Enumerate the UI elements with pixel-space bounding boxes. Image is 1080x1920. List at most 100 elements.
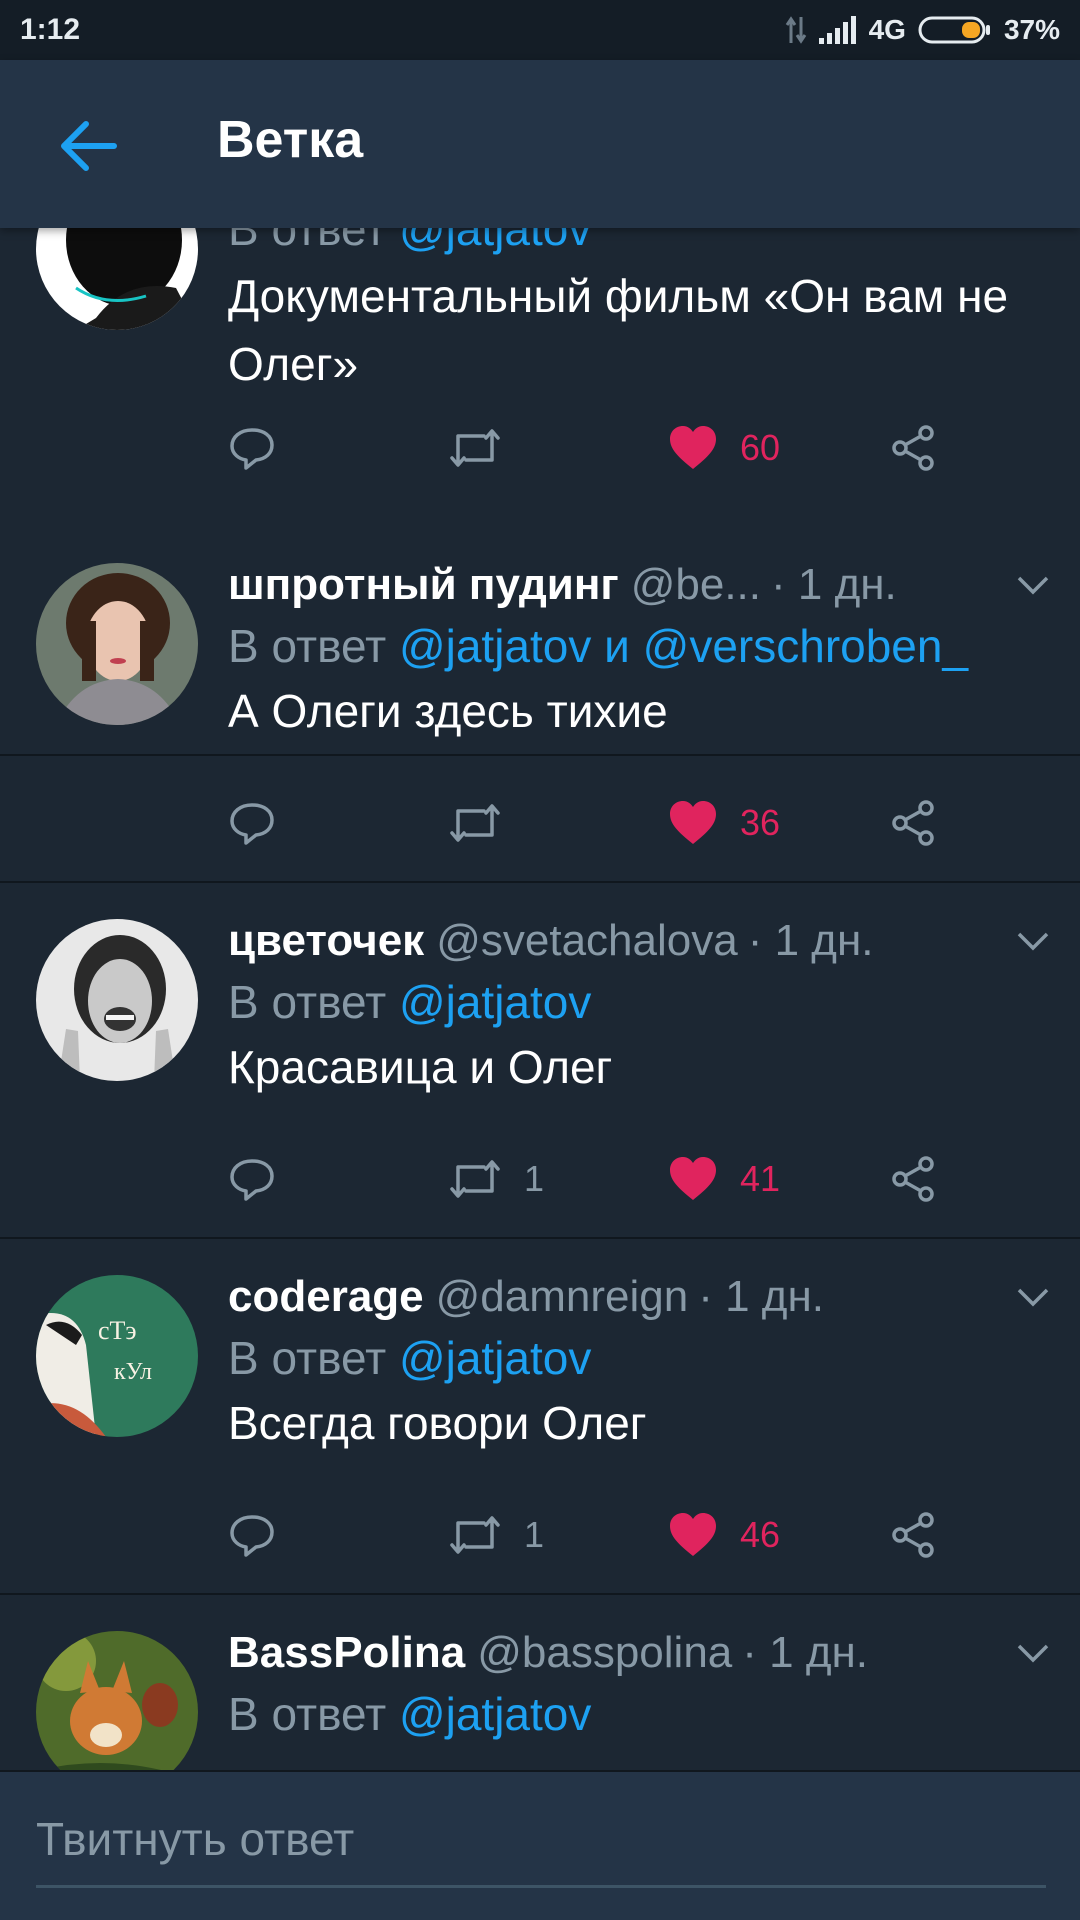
svg-text:кУл: кУл — [114, 1359, 152, 1385]
reply-prefix: В ответ — [228, 1332, 387, 1384]
share-button[interactable] — [890, 1505, 938, 1565]
signal-icon — [818, 16, 856, 44]
reply-mentions[interactable]: @jatjatov — [399, 1688, 591, 1740]
thread-feed[interactable]: В ответ @jatjatov Документальный фильм «… — [0, 228, 1080, 1770]
tweet[interactable]: цветочек @svetachalova · 1 дн. В ответ @… — [0, 883, 1080, 1239]
tweet-text: А Олеги здесь тихие — [228, 685, 668, 737]
user-handle[interactable]: @be... — [631, 560, 761, 610]
reply-prefix: В ответ — [228, 976, 387, 1028]
avatar[interactable] — [36, 919, 198, 1081]
reply-icon — [230, 1159, 274, 1201]
like-button[interactable]: 60 — [668, 418, 780, 478]
reply-to-line: В ответ @jatjatov — [228, 1687, 591, 1741]
reply-prefix: В ответ — [228, 620, 387, 672]
svg-text:сТэ: сТэ — [98, 1316, 137, 1345]
tweet[interactable]: шпротный пудинг @be... · 1 дн. В ответ @… — [0, 527, 1080, 883]
tweet-text: Документальный фильм «Он вам не Олег» — [228, 270, 1009, 390]
tweet-header: coderage @damnreign · 1 дн. — [228, 1269, 824, 1325]
retweet-button[interactable]: 1 — [448, 1505, 544, 1565]
like-button[interactable]: 41 — [668, 1149, 780, 1209]
tweet-actions: 1 41 — [228, 1149, 988, 1209]
like-button[interactable]: 46 — [668, 1505, 780, 1565]
tweet-text: Красавица и Олег — [228, 1041, 613, 1093]
status-time: 1:12 — [20, 13, 81, 46]
reply-to-line: В ответ @jatjatov — [228, 975, 591, 1029]
reply-icon — [230, 1515, 274, 1557]
reply-button[interactable] — [228, 793, 276, 853]
retweet-count: 1 — [524, 1158, 545, 1199]
share-icon — [892, 1156, 934, 1202]
tweet[interactable]: сТэ кУл coderage @damnreign · 1 дн. В от… — [0, 1239, 1080, 1595]
user-handle[interactable]: @basspolina — [477, 1628, 732, 1678]
display-name[interactable]: шпротный пудинг — [228, 560, 619, 610]
retweet-icon — [450, 1160, 500, 1198]
retweet-count: 1 — [524, 1514, 545, 1555]
reply-mentions[interactable]: @jatjatov — [399, 1332, 591, 1384]
reply-icon — [230, 428, 274, 470]
retweet-icon — [450, 1516, 500, 1554]
app-header: Ветка — [0, 60, 1080, 228]
display-name[interactable]: BassPolina — [228, 1628, 465, 1678]
reply-button[interactable] — [228, 418, 276, 478]
reply-mentions[interactable]: @jatjatov — [399, 976, 591, 1028]
reply-mentions[interactable]: @jatjatov и @verschroben_ — [399, 620, 968, 672]
retweet-button[interactable] — [448, 793, 524, 853]
avatar[interactable] — [36, 563, 198, 725]
reply-icon — [230, 803, 274, 845]
tweet-time: · 1 дн. — [771, 560, 897, 609]
tweet-header: шпротный пудинг @be... · 1 дн. — [228, 557, 897, 613]
heart-icon — [670, 1513, 716, 1556]
battery-icon — [918, 16, 990, 44]
reply-to-line: В ответ @jatjatov и @verschroben_ — [228, 619, 968, 673]
tweet-header: BassPolina @basspolina · 1 дн. — [228, 1625, 868, 1681]
heart-icon — [670, 801, 716, 844]
share-icon — [892, 425, 934, 471]
retweet-icon — [450, 429, 500, 467]
chevron-down-icon[interactable] — [1016, 931, 1050, 951]
page-title: Ветка — [217, 111, 364, 169]
share-button[interactable] — [890, 418, 938, 478]
tweet[interactable]: BassPolina @basspolina · 1 дн. В ответ @… — [0, 1595, 1080, 1770]
retweet-button[interactable] — [448, 418, 524, 478]
status-bar: 1:12 4G 37% — [0, 0, 1080, 60]
avatar[interactable] — [36, 1631, 198, 1770]
like-count: 36 — [740, 802, 781, 843]
reply-button[interactable] — [228, 1505, 276, 1565]
chevron-down-icon[interactable] — [1016, 1643, 1050, 1663]
share-icon — [892, 1512, 934, 1558]
back-arrow-icon — [61, 121, 117, 171]
tweet-time: · 1 дн. — [747, 916, 874, 965]
share-button[interactable] — [890, 793, 938, 853]
chevron-down-icon[interactable] — [1016, 575, 1050, 595]
display-name[interactable]: coderage — [228, 1272, 424, 1322]
network-type: 4G — [868, 14, 906, 45]
data-arrows-icon — [785, 16, 806, 44]
avatar[interactable]: сТэ кУл — [36, 1275, 198, 1437]
like-button[interactable]: 36 — [668, 793, 780, 853]
reply-prefix: В ответ — [228, 1688, 387, 1740]
like-count: 46 — [740, 1514, 781, 1555]
display-name[interactable]: цветочек — [228, 916, 424, 966]
user-handle[interactable]: @damnreign — [436, 1272, 689, 1322]
like-count: 41 — [740, 1158, 781, 1199]
tweet-actions: 60 — [228, 418, 988, 478]
reply-to-line: В ответ @jatjatov — [228, 1331, 591, 1385]
share-icon — [892, 800, 934, 846]
tweet-actions: 1 46 — [228, 1505, 988, 1565]
tweet-actions: 36 — [228, 793, 988, 853]
tweet-text: Всегда говори Олег — [228, 1397, 647, 1449]
back-button[interactable] — [58, 116, 124, 176]
status-indicators: 4G 37% — [785, 14, 1060, 46]
reply-button[interactable] — [228, 1149, 276, 1209]
heart-icon — [670, 426, 716, 469]
retweet-button[interactable]: 1 — [448, 1149, 544, 1209]
avatar[interactable] — [36, 228, 198, 330]
battery-percent: 37% — [1003, 14, 1060, 45]
chevron-down-icon[interactable] — [1016, 1287, 1050, 1307]
reply-input[interactable] — [36, 1792, 1046, 1888]
reply-prefix: В ответ — [228, 228, 387, 255]
user-handle[interactable]: @svetachalova — [436, 916, 738, 966]
reply-mentions[interactable]: @jatjatov — [399, 228, 591, 255]
share-button[interactable] — [890, 1149, 938, 1209]
reply-to-line: В ответ @jatjatov — [228, 228, 591, 256]
